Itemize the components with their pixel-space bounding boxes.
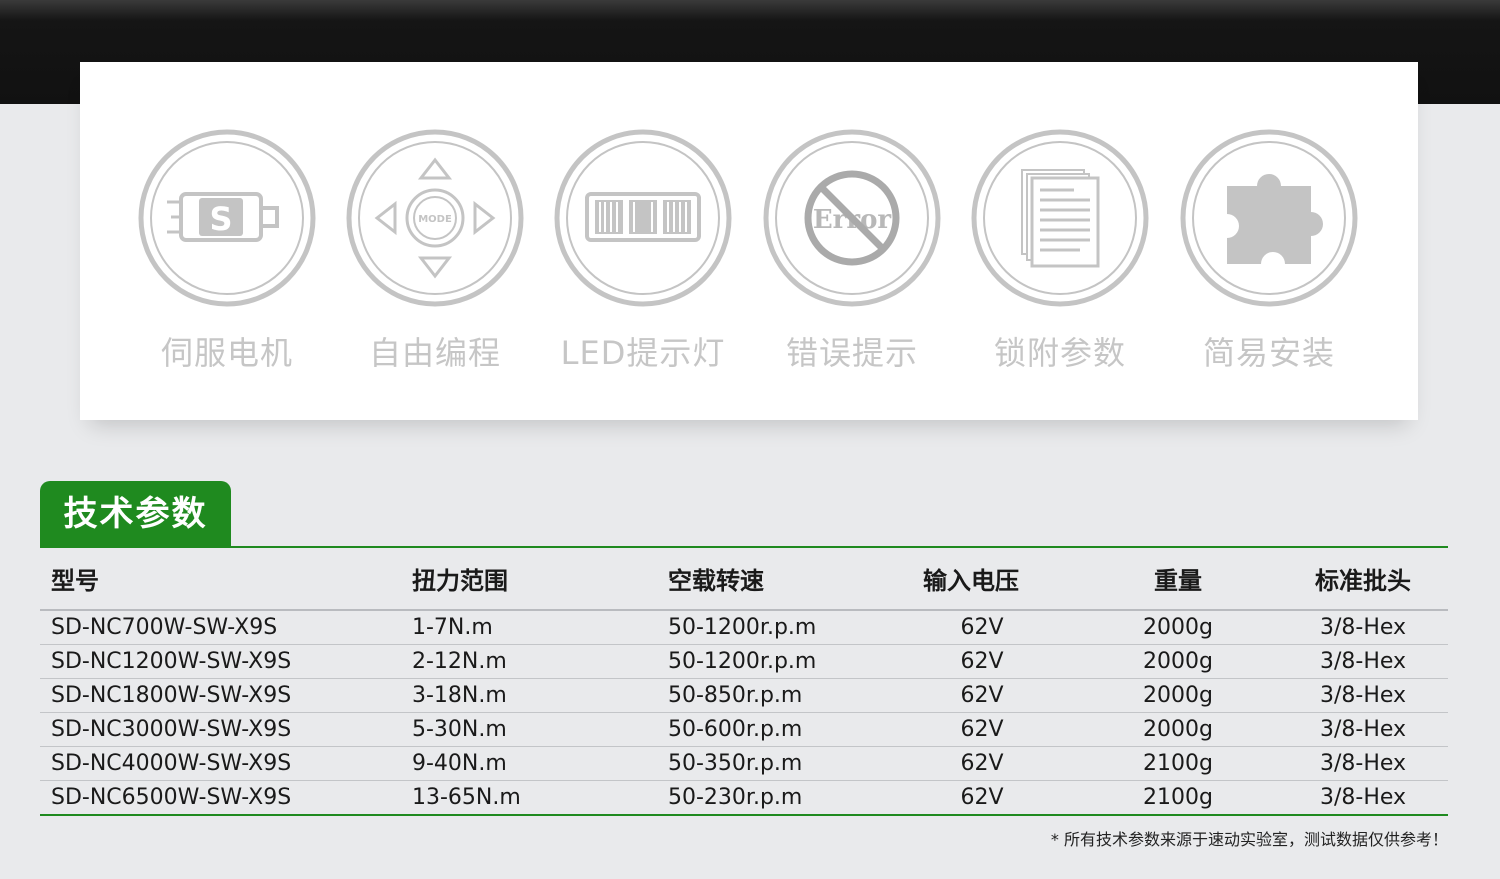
cell-speed: 50-1200r.p.m: [668, 610, 886, 645]
section-title: 技术参数: [40, 481, 231, 547]
cell-voltage: 62V: [886, 644, 1078, 679]
cell-speed: 50-600r.p.m: [668, 712, 886, 747]
cell-torque: 13-65N.m: [412, 780, 668, 816]
cell-weight: 2000g: [1078, 712, 1278, 747]
document-stack-icon: [970, 128, 1150, 308]
cell-weight: 2100g: [1078, 780, 1278, 816]
spec-table: 型号 扭力范围 空载转速 输入电压 重量 标准批头 SD-NC700W-SW-X…: [40, 548, 1448, 816]
cell-voltage: 62V: [886, 610, 1078, 645]
cell-speed: 50-230r.p.m: [668, 780, 886, 816]
cell-weight: 2000g: [1078, 610, 1278, 645]
cell-model: SD-NC1800W-SW-X9S: [40, 678, 412, 713]
error-prohibited-icon: Error: [762, 128, 942, 308]
table-row: SD-NC4000W-SW-X9S 9-40N.m 50-350r.p.m 62…: [40, 746, 1448, 781]
servo-letter: S: [209, 200, 232, 238]
cell-voltage: 62V: [886, 746, 1078, 781]
cell-model: SD-NC1200W-SW-X9S: [40, 644, 412, 679]
feature-locking-params: 锁附参数: [970, 128, 1150, 378]
cell-speed: 50-1200r.p.m: [668, 644, 886, 679]
footnote: * 所有技术参数来源于速动实验室，测试数据仅供参考！: [1050, 830, 1448, 849]
table-row: SD-NC6500W-SW-X9S 13-65N.m 50-230r.p.m 6…: [40, 780, 1448, 816]
header-bit: 标准批头: [1278, 548, 1448, 611]
feature-label: 错误提示: [785, 334, 918, 372]
feature-free-programming: MODE 自由编程: [345, 128, 525, 378]
cell-voltage: 62V: [886, 678, 1078, 713]
puzzle-piece-icon: [1179, 128, 1359, 308]
header-model: 型号: [40, 548, 412, 611]
mode-text: MODE: [418, 214, 452, 225]
led-indicator-icon: [553, 128, 733, 308]
feature-label: 伺服电机: [160, 334, 293, 372]
feature-servo-motor: S 伺服电机: [137, 128, 317, 378]
table-header-row: 型号 扭力范围 空载转速 输入电压 重量 标准批头: [40, 548, 1448, 611]
table-row: SD-NC1200W-SW-X9S 2-12N.m 50-1200r.p.m 6…: [40, 644, 1448, 679]
cell-model: SD-NC700W-SW-X9S: [40, 610, 412, 645]
feature-card: S 伺服电机 MODE 自由编程 LED提示灯 错误提示 锁附参数 简易安装: [80, 62, 1418, 420]
cell-bit: 3/8-Hex: [1278, 780, 1448, 816]
feature-label: 简易安装: [1202, 334, 1335, 372]
cell-torque: 2-12N.m: [412, 644, 668, 679]
cell-speed: 50-850r.p.m: [668, 678, 886, 713]
table-row: SD-NC700W-SW-X9S 1-7N.m 50-1200r.p.m 62V…: [40, 610, 1448, 645]
mode-dpad-icon: MODE: [345, 128, 525, 308]
feature-label: 自由编程: [368, 334, 501, 372]
header-weight: 重量: [1078, 548, 1278, 611]
header-voltage: 输入电压: [886, 548, 1078, 611]
cell-bit: 3/8-Hex: [1278, 712, 1448, 747]
feature-error-prompt: Error 错误提示: [762, 128, 942, 378]
feature-easy-install: 简易安装: [1179, 128, 1359, 378]
cell-torque: 3-18N.m: [412, 678, 668, 713]
table-row: SD-NC1800W-SW-X9S 3-18N.m 50-850r.p.m 62…: [40, 678, 1448, 713]
cell-model: SD-NC6500W-SW-X9S: [40, 780, 412, 816]
header-speed: 空载转速: [668, 548, 886, 611]
table-row: SD-NC3000W-SW-X9S 5-30N.m 50-600r.p.m 62…: [40, 712, 1448, 747]
cell-bit: 3/8-Hex: [1278, 678, 1448, 713]
cell-weight: 2100g: [1078, 746, 1278, 781]
cell-bit: 3/8-Hex: [1278, 746, 1448, 781]
cell-weight: 2000g: [1078, 678, 1278, 713]
cell-voltage: 62V: [886, 780, 1078, 816]
cell-torque: 5-30N.m: [412, 712, 668, 747]
cell-bit: 3/8-Hex: [1278, 610, 1448, 645]
feature-label: LED提示灯: [560, 334, 726, 372]
servo-motor-icon: S: [137, 128, 317, 308]
cell-bit: 3/8-Hex: [1278, 644, 1448, 679]
cell-torque: 9-40N.m: [412, 746, 668, 781]
cell-torque: 1-7N.m: [412, 610, 668, 645]
cell-model: SD-NC3000W-SW-X9S: [40, 712, 412, 747]
cell-model: SD-NC4000W-SW-X9S: [40, 746, 412, 781]
feature-label: 锁附参数: [993, 334, 1126, 372]
cell-weight: 2000g: [1078, 644, 1278, 679]
feature-led-indicator: LED提示灯: [553, 128, 733, 378]
cell-speed: 50-350r.p.m: [668, 746, 886, 781]
cell-voltage: 62V: [886, 712, 1078, 747]
header-torque: 扭力范围: [412, 548, 668, 611]
